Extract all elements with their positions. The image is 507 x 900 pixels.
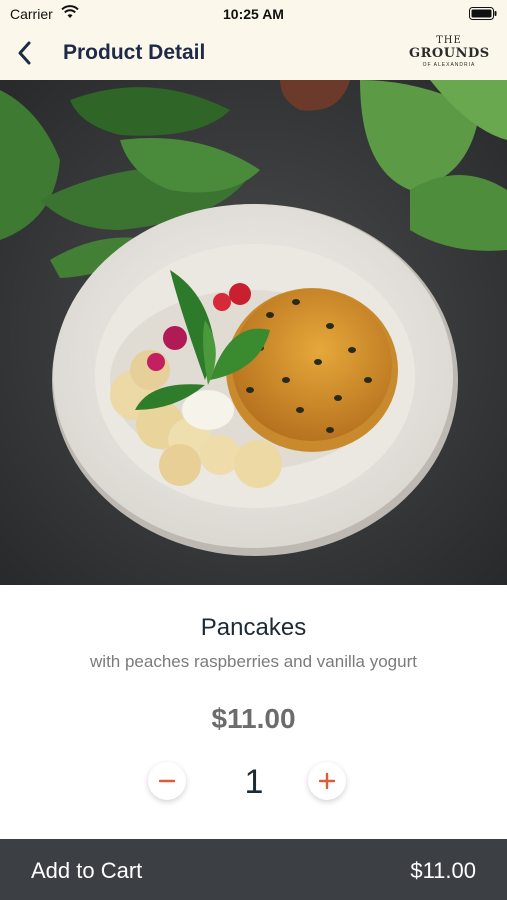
brand-logo: THE GROUNDS OF ALEXANDRIA	[409, 35, 489, 73]
clock: 10:25 AM	[223, 6, 284, 22]
logo-line-1: THE	[436, 35, 462, 46]
pancakes-photo	[0, 80, 507, 585]
logo-line-2: GROUNDS	[409, 46, 490, 61]
add-to-cart-button[interactable]: Add to Cart $11.00	[0, 839, 507, 900]
product-info: Pancakes with peaches raspberries and va…	[0, 585, 507, 839]
nav-bar: Product Detail THE GROUNDS OF ALEXANDRIA	[0, 28, 507, 80]
cart-total: $11.00	[410, 858, 476, 883]
increment-quantity-button[interactable]	[308, 762, 346, 800]
product-description: with peaches raspberries and vanilla yog…	[90, 652, 417, 671]
minus-icon	[158, 779, 176, 783]
page-title: Product Detail	[63, 41, 206, 64]
status-bar: Carrier 10:25 AM	[0, 0, 507, 28]
logo-line-3: OF ALEXANDRIA	[422, 62, 476, 68]
plus-icon	[318, 772, 336, 790]
quantity-value: 1	[244, 763, 264, 801]
chevron-left-icon	[18, 41, 31, 65]
add-to-cart-label: Add to Cart	[31, 858, 143, 883]
product-price: $11.00	[211, 703, 296, 734]
back-button[interactable]	[10, 38, 40, 68]
product-name: Pancakes	[200, 614, 307, 641]
battery-icon	[469, 7, 497, 20]
product-image	[0, 80, 507, 585]
decrement-quantity-button[interactable]	[148, 762, 186, 800]
